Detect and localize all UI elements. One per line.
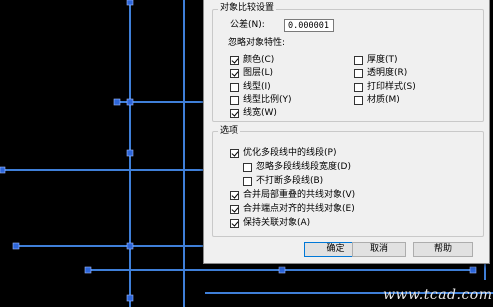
layer-checkbox[interactable] (230, 69, 239, 78)
thickness-checkbox[interactable] (354, 56, 363, 65)
plot-style-label: 打印样式(S) (367, 82, 416, 92)
optimize-polyline-label: 优化多段线中的线段(P) (243, 148, 337, 158)
grip-point[interactable] (84, 266, 92, 274)
thickness-label: 厚度(T) (367, 55, 398, 65)
grip-point[interactable] (113, 98, 121, 106)
grip-point[interactable] (0, 166, 6, 174)
combine-overlapping-checkbox[interactable] (230, 191, 239, 200)
material-label: 材质(M) (367, 95, 400, 105)
overkill-dialog: 对象比较设置 公差(N): 0.000001 忽略对象特性: 颜色(C) 图层(… (203, 0, 490, 264)
grip-point[interactable] (469, 266, 477, 274)
maintain-associative-label: 保持关联对象(A) (243, 218, 311, 228)
layer-label: 图层(L) (243, 68, 274, 78)
plot-style-checkbox[interactable] (354, 83, 363, 92)
grip-point[interactable] (126, 242, 134, 250)
ignore-properties-label: 忽略对象特性: (228, 38, 286, 48)
linetype-checkbox[interactable] (230, 83, 239, 92)
ignore-polyline-width-checkbox[interactable] (243, 163, 252, 172)
combine-overlapping-label: 合并局部重叠的共线对象(V) (243, 190, 356, 200)
watermark-text: www.tcad.com (383, 287, 493, 303)
options-group-title: 选项 (218, 126, 241, 136)
combine-end-to-end-label: 合并端点对齐的共线对象(E) (243, 204, 355, 214)
ignore-polyline-width-label: 忽略多段线线段宽度(D) (256, 162, 351, 172)
tolerance-label: 公差(N): (230, 20, 265, 30)
tolerance-input[interactable]: 0.000001 (284, 19, 334, 32)
optimize-polyline-checkbox[interactable] (230, 149, 239, 158)
grip-point[interactable] (126, 149, 134, 157)
do-not-break-polyline-label: 不打断多段线(B) (256, 176, 324, 186)
transparency-label: 透明度(R) (367, 68, 408, 78)
linetype-label: 线型(I) (243, 82, 271, 92)
cancel-button[interactable]: 取消 (352, 242, 406, 257)
object-compare-group-title: 对象比较设置 (218, 3, 277, 13)
grip-point[interactable] (126, 294, 134, 302)
do-not-break-polyline-checkbox[interactable] (243, 177, 252, 186)
maintain-associative-checkbox[interactable] (230, 219, 239, 228)
transparency-checkbox[interactable] (354, 69, 363, 78)
material-checkbox[interactable] (354, 96, 363, 105)
help-button[interactable]: 帮助 (413, 242, 473, 257)
linetype-scale-label: 线型比例(Y) (243, 95, 292, 105)
linetype-scale-checkbox[interactable] (230, 96, 239, 105)
grip-point[interactable] (126, 0, 134, 6)
lineweight-label: 线宽(W) (243, 108, 277, 118)
lineweight-checkbox[interactable] (230, 109, 239, 118)
color-checkbox[interactable] (230, 56, 239, 65)
color-label: 颜色(C) (243, 55, 275, 65)
grip-point[interactable] (126, 98, 134, 106)
grip-point[interactable] (278, 266, 286, 274)
combine-end-to-end-checkbox[interactable] (230, 205, 239, 214)
grip-point[interactable] (12, 242, 20, 250)
